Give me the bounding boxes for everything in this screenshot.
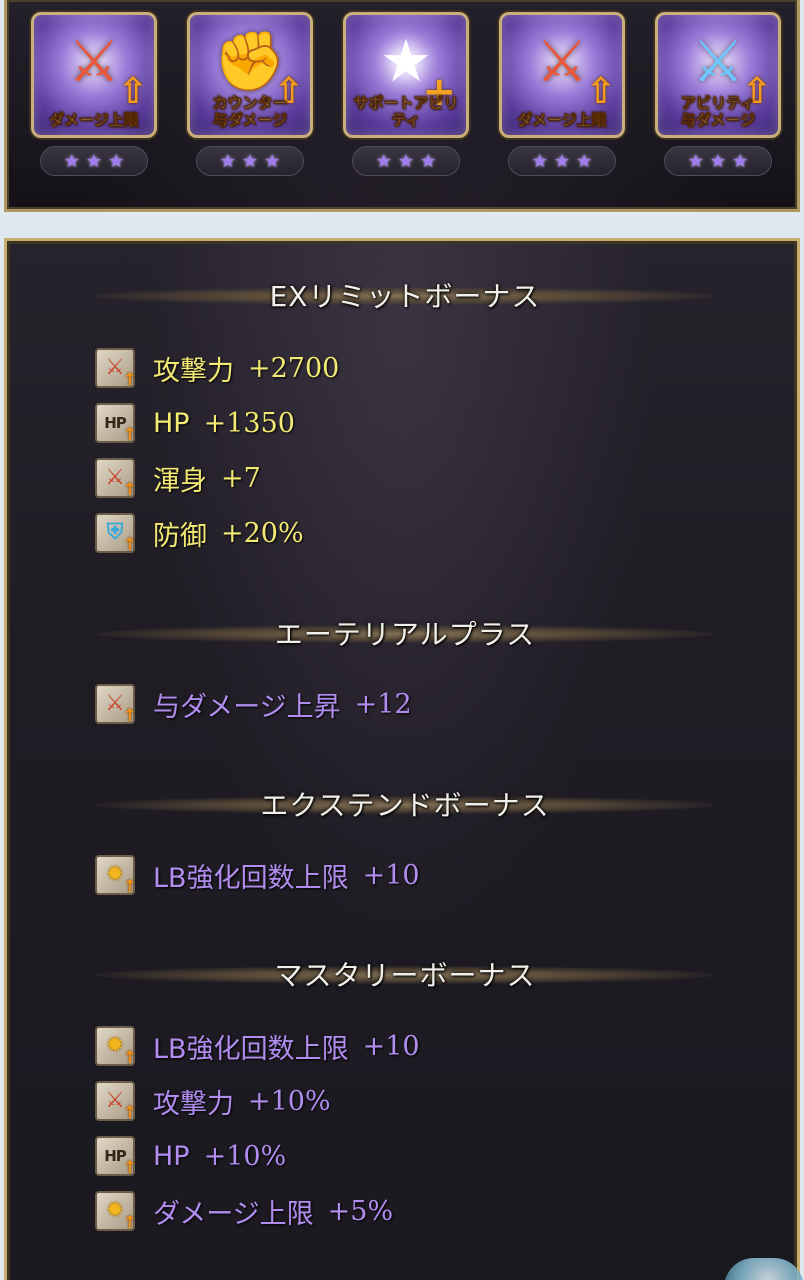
skill-caption: サポートアビリティ — [353, 94, 459, 129]
fist-icon[interactable]: ✊ ⇧ カウンター 与ダメージ — [187, 12, 313, 138]
star-icon: ★ — [219, 150, 236, 172]
star-icon: ★ — [397, 150, 415, 172]
section-header-ethereal: エーテリアルプラス — [95, 613, 715, 653]
star-icon: ★ — [85, 150, 103, 172]
attack-icon: ⚔ ↑ — [95, 458, 137, 500]
star-icon[interactable]: ★ + サポートアビリティ — [343, 12, 469, 138]
bonus-value: +2700 — [248, 352, 340, 384]
bonus-row: ✹ ↑ LB強化回数上限 +10 — [95, 852, 420, 898]
star-rating: ★ ★ ★ — [508, 146, 616, 176]
star-icon: ★ — [420, 150, 437, 172]
star-icon: ★ — [709, 150, 727, 172]
burst-icon: ✹ ↑ — [95, 1026, 137, 1068]
defense-icon: ⛨ ↑ — [95, 513, 137, 555]
star-icon: ★ — [576, 150, 593, 172]
bonus-label: HP — [153, 407, 190, 439]
bonus-value: +10% — [248, 1085, 331, 1117]
bonus-label: LB強化回数上限 — [153, 1033, 349, 1065]
skill-slot-1[interactable]: ⚔ ⇧ ダメージ上限 ★ ★ ★ — [31, 12, 157, 176]
bonus-row: HP ↑ HP +1350 — [95, 400, 295, 446]
star-icon: ★ — [375, 150, 392, 172]
section-title: EXリミットボーナス — [269, 280, 541, 313]
star-icon: ★ — [687, 150, 704, 172]
bonus-row: ✹ ↑ LB強化回数上限 +10 — [95, 1023, 420, 1069]
skill-caption: ダメージ上限 — [49, 111, 139, 129]
star-rating: ★ ★ ★ — [664, 146, 772, 176]
bonus-row: ⚔ ↑ 攻撃力 +2700 — [95, 345, 339, 391]
star-icon: ★ — [264, 150, 281, 172]
bonus-value: +10% — [203, 1140, 287, 1172]
star-icon: ★ — [553, 150, 571, 172]
bonus-label: HP — [153, 1140, 190, 1172]
skill-slot-4[interactable]: ⚔ ⇧ ダメージ上限 ★ ★ ★ — [499, 12, 625, 176]
bonus-panel: EXリミットボーナス ⚔ ↑ 攻撃力 +2700 HP ↑ HP +1350 ⚔ ↑ … — [4, 238, 800, 1280]
blades-icon[interactable]: ⚔ ⇧ アビリティ 与ダメージ — [655, 12, 781, 138]
attack-icon: ⚔ ↑ — [95, 348, 137, 390]
section-title: エーテリアルプラス — [274, 618, 536, 651]
bonus-row: ⚔ ↑ 攻撃力 +10% — [95, 1078, 331, 1124]
bonus-row: ✹ ↑ ダメージ上限 +5% — [95, 1188, 393, 1234]
hp-icon: HP ↑ — [95, 403, 137, 445]
star-rating: ★ ★ ★ — [352, 146, 460, 176]
star-icon: ★ — [732, 150, 749, 172]
section-title: エクステンドボーナス — [260, 789, 550, 822]
attack-icon: ⚔ ↑ — [95, 1081, 137, 1123]
bonus-row: ⚔ ↑ 与ダメージ上昇 +12 — [95, 681, 412, 727]
sword-icon[interactable]: ⚔ ⇧ ダメージ上限 — [499, 12, 625, 138]
skill-slot-5[interactable]: ⚔ ⇧ アビリティ 与ダメージ ★ ★ ★ — [655, 12, 781, 176]
bonus-label: 攻撃力 — [153, 1088, 234, 1120]
skill-caption: カウンター 与ダメージ — [212, 94, 288, 129]
burst-icon: ✹ ↑ — [95, 1191, 137, 1233]
skill-slot-2[interactable]: ✊ ⇧ カウンター 与ダメージ ★ ★ ★ — [187, 12, 313, 176]
burst-icon: ✹ ↑ — [95, 855, 137, 897]
bonus-value: +12 — [354, 688, 412, 720]
bonus-label: 渾身 — [153, 465, 207, 497]
skill-panel: ⚔ ⇧ ダメージ上限 ★ ★ ★ ✊ ⇧ カウンター 与ダメージ ★ ★ ★ ★… — [4, 0, 800, 212]
sword-icon[interactable]: ⚔ ⇧ ダメージ上限 — [31, 12, 157, 138]
bonus-label: LB強化回数上限 — [153, 862, 349, 894]
bonus-value: +20% — [221, 517, 304, 549]
star-rating: ★ ★ ★ — [196, 146, 304, 176]
bonus-row: HP ↑ HP +10% — [95, 1133, 286, 1179]
bonus-value: +10 — [362, 859, 420, 891]
hp-icon: HP ↑ — [95, 1136, 137, 1178]
skill-caption: アビリティ 与ダメージ — [680, 94, 756, 129]
skill-caption: ダメージ上限 — [517, 111, 607, 129]
bonus-row: ⛨ ↑ 防御 +20% — [95, 510, 304, 556]
section-header-mastery: マスタリーボーナス — [95, 954, 715, 994]
star-icon: ★ — [241, 150, 259, 172]
bonus-value: +7 — [221, 462, 261, 494]
star-rating: ★ ★ ★ — [40, 146, 148, 176]
bonus-row: ⚔ ↑ 渾身 +7 — [95, 455, 261, 501]
bonus-label: 防御 — [153, 520, 207, 552]
skill-slot-3[interactable]: ★ + サポートアビリティ ★ ★ ★ — [343, 12, 469, 176]
bonus-label: 与ダメージ上昇 — [153, 691, 341, 723]
bonus-value: +5% — [327, 1195, 394, 1227]
bonus-label: 攻撃力 — [153, 355, 234, 387]
star-icon: ★ — [108, 150, 125, 172]
attack-icon: ⚔ ↑ — [95, 684, 137, 726]
section-header-extend: エクステンドボーナス — [95, 784, 715, 824]
section-header-ex-limit: EXリミットボーナス — [95, 275, 715, 315]
star-icon: ★ — [531, 150, 548, 172]
bonus-label: ダメージ上限 — [153, 1198, 314, 1230]
section-title: マスタリーボーナス — [274, 959, 536, 992]
bonus-value: +10 — [362, 1030, 420, 1062]
bonus-value: +1350 — [203, 407, 295, 439]
star-icon: ★ — [63, 150, 80, 172]
